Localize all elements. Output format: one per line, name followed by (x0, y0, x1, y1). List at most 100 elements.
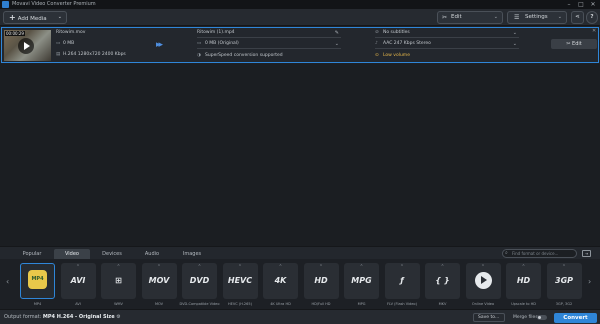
format-tile[interactable]: MP4 MP4 (20, 263, 55, 306)
settings-label: Settings (525, 14, 548, 20)
format-label: HD/Full HD (311, 302, 331, 306)
format-tile[interactable]: ⌃ 3GP 3GP, 3G2 (546, 263, 582, 306)
gear-icon[interactable]: ⚙ (116, 314, 120, 320)
chevron-up-icon[interactable]: ⌃ (506, 264, 541, 270)
subtitles-value: No subtitles (383, 30, 410, 35)
chevron-up-icon[interactable]: ⌃ (466, 264, 501, 270)
format-label: 4K Ultra HD (270, 302, 291, 306)
format-tile[interactable]: ⌃ DVD DVD-Compatible Video (180, 263, 219, 306)
tab-audio[interactable]: Audio (134, 249, 170, 259)
collapse-panel-icon[interactable]: ⇥ (582, 250, 591, 257)
format-logo: MPG (351, 276, 372, 285)
tab-video[interactable]: Video (54, 249, 90, 259)
add-media-label: Add Media (17, 16, 47, 22)
format-logo: 3GP (555, 276, 573, 285)
close-icon[interactable]: ✕ (592, 28, 596, 34)
audio-icon: ♪ (375, 41, 378, 46)
share-button[interactable]: ⋖ (571, 11, 584, 24)
format-logo: HD (516, 276, 531, 285)
save-to-button[interactable]: Save to... (473, 313, 505, 322)
merge-files-toggle[interactable] (537, 315, 547, 320)
format-tile[interactable]: ⌃ HD HD/Full HD (303, 263, 339, 306)
tab-devices[interactable]: Devices (94, 249, 130, 259)
format-tile[interactable]: ⌃ ⊞ WMV (101, 263, 136, 306)
chevron-down-icon: ⌄ (57, 14, 62, 20)
mp4-logo-icon: MP4 (28, 270, 47, 289)
subtitles-icon: ⊘ (375, 30, 379, 35)
format-logo: HD (314, 276, 328, 285)
format-tile[interactable]: ⌃ MPG MPG (344, 263, 379, 306)
maximize-button[interactable]: □ (575, 0, 587, 9)
chevron-up-icon[interactable]: ⌃ (263, 264, 298, 270)
source-size: 0 MB (63, 41, 75, 46)
search-placeholder: Find format or device... (512, 251, 559, 256)
output-size: 0 MB (Original) (205, 41, 239, 46)
format-tile[interactable]: ⌃ MOV MOV (141, 263, 177, 306)
format-search-input[interactable]: ⌕ Find format or device... (502, 249, 577, 258)
toolbar: + Add Media ⌄ ✂ Edit ⌄ ☰ Settings ⌄ ⋖ ? (0, 9, 600, 26)
format-label: WMV (114, 302, 123, 306)
file-list-area[interactable] (0, 64, 600, 246)
format-label: 3GP, 3G2 (555, 302, 573, 306)
chevron-up-icon[interactable]: ⌃ (61, 264, 96, 270)
app-logo-icon (2, 1, 9, 8)
format-tile[interactable]: ⌃ { } MKV (425, 263, 460, 306)
chevron-up-icon[interactable]: ⌃ (182, 264, 217, 270)
format-logo: DVD (189, 276, 210, 285)
chevron-up-icon[interactable]: ⌃ (385, 264, 420, 270)
chevron-right-icon[interactable]: › (588, 277, 591, 286)
chevron-down-icon: ⌄ (512, 41, 517, 47)
format-label: MP4 (33, 302, 42, 306)
format-logo: MOV (148, 276, 170, 285)
format-tile[interactable]: ⌃ ƒ FLV (Flash Video) (384, 263, 420, 306)
add-media-button[interactable]: + Add Media ⌄ (3, 11, 67, 24)
chevron-left-icon[interactable]: ‹ (6, 277, 9, 286)
format-tile[interactable]: ⌃ AVI AVI (60, 263, 96, 306)
settings-button[interactable]: ☰ Settings ⌄ (507, 11, 567, 24)
close-window-button[interactable]: ✕ (587, 0, 599, 9)
film-icon: ▤ (56, 52, 61, 57)
video-thumbnail[interactable]: 00:00:29 (4, 30, 51, 61)
subtitles-dropdown[interactable]: ⊘ No subtitles ⌄ (375, 29, 519, 38)
chevron-up-icon[interactable]: ⌃ (304, 264, 339, 270)
file-row[interactable]: 00:00:29 Ritowim.mov ▭ 0 MB ▤ H.264 1280… (1, 27, 599, 63)
file-edit-label: Edit (572, 41, 582, 47)
chevron-down-icon: ⌄ (557, 14, 562, 20)
help-button[interactable]: ? (586, 11, 598, 24)
chevron-down-icon: ⌄ (512, 30, 517, 36)
chevron-up-icon[interactable]: ⌃ (344, 264, 379, 270)
window-title: Movavi Video Converter Premium (12, 1, 96, 7)
format-logo-text: MP4 (31, 276, 44, 282)
tab-popular[interactable]: Popular (14, 249, 50, 259)
edit-button[interactable]: ✂ Edit ⌄ (437, 11, 503, 24)
audio-dropdown[interactable]: ♪ AAC 247 Kbps Stereo ⌄ (375, 40, 519, 49)
tab-images[interactable]: Images (174, 249, 210, 259)
format-tile[interactable]: ⌃ HD Upscale to HD (506, 263, 541, 306)
pencil-icon[interactable]: ✎ (335, 30, 339, 36)
chevron-up-icon[interactable]: ⌃ (425, 264, 460, 270)
format-label: FLV (Flash Video) (387, 302, 417, 306)
format-tile[interactable]: ⌃ Online Video (465, 263, 501, 306)
app-window: Movavi Video Converter Premium – □ ✕ + Ad… (0, 0, 600, 324)
minimize-button[interactable]: – (563, 0, 575, 9)
bottom-bar: Output format: MP4 H.264 - Original Size… (0, 309, 600, 324)
output-size-dropdown[interactable]: ▭ 0 MB (Original) ⌄ (197, 40, 341, 49)
format-label: MPG (357, 302, 366, 306)
low-volume-warning[interactable]: Low volume (383, 53, 410, 58)
chevron-up-icon[interactable]: ⌃ (101, 264, 136, 270)
output-format-label: Output format: (4, 314, 42, 320)
chevron-up-icon[interactable]: ⌃ (547, 264, 582, 270)
chevron-up-icon[interactable]: ⌃ (223, 264, 258, 270)
chevron-up-icon[interactable]: ⌃ (142, 264, 177, 270)
output-format[interactable]: Output format: MP4 H.264 - Original Size… (4, 313, 121, 322)
play-icon[interactable] (18, 38, 34, 54)
convert-button[interactable]: Convert (554, 313, 597, 323)
format-tile[interactable]: ⌃ HEVC HEVC (H.265) (222, 263, 258, 306)
format-tile[interactable]: ⌃ 4K 4K Ultra HD (263, 263, 298, 306)
format-logo: 4K (274, 276, 287, 285)
output-filename-field[interactable]: Ritowim (1).mp4 ✎ (197, 29, 341, 38)
play-icon (474, 272, 492, 289)
warning-icon: ⊙ (375, 53, 379, 58)
duration-badge: 00:00:29 (5, 31, 25, 36)
file-edit-button[interactable]: ✂ Edit (551, 39, 597, 49)
